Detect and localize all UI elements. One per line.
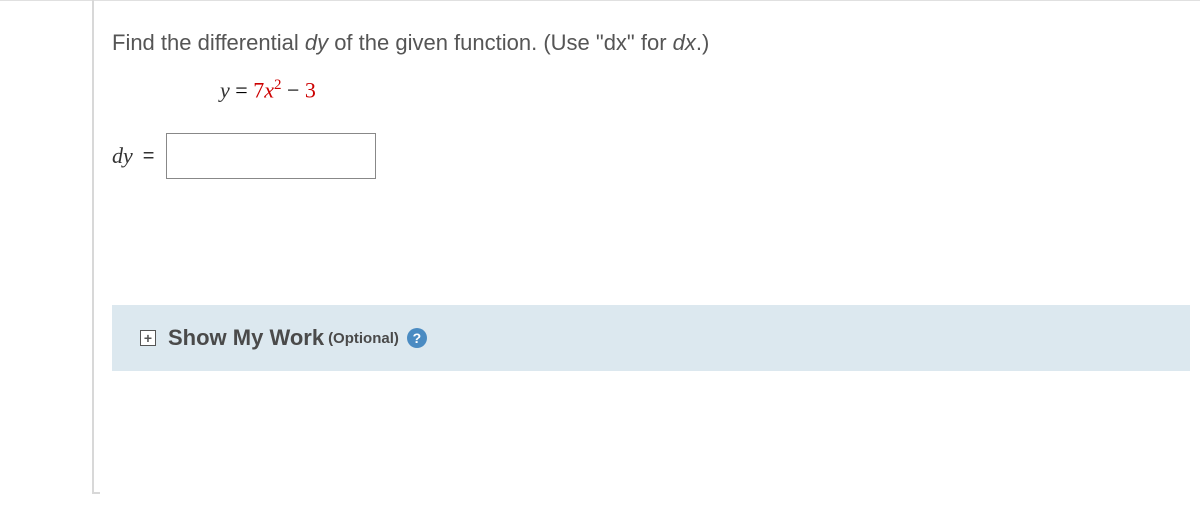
show-my-work-title: Show My Work [168,325,324,351]
expand-plus-icon[interactable]: + [140,330,156,346]
top-divider [0,0,1200,1]
equation-coeff: 7 [253,77,264,102]
equation: y = 7x2 − 3 [220,77,1190,103]
prompt-text-1: Find the differential [112,30,305,55]
question-content: Find the differential dy of the given fu… [112,28,1190,371]
prompt-text-3: .) [696,30,709,55]
equation-base-var: x [264,77,274,102]
equation-equals: = [230,77,253,102]
left-border-footer-tick [92,492,100,494]
equation-lhs: y [220,77,230,102]
question-prompt: Find the differential dy of the given fu… [112,28,1190,59]
left-border [92,0,94,494]
answer-equals: = [143,145,155,168]
prompt-dx: dx [673,30,696,55]
answer-label: dy [112,143,133,169]
help-icon[interactable]: ? [407,328,427,348]
answer-row: dy = [112,133,1190,179]
equation-constant: 3 [305,77,316,102]
show-my-work-optional: (Optional) [328,330,399,347]
equation-minus: − [281,77,304,102]
answer-input[interactable] [166,133,376,179]
prompt-dy: dy [305,30,328,55]
prompt-text-2: of the given function. (Use "dx" for [328,30,673,55]
show-my-work-panel[interactable]: + Show My Work (Optional) ? [112,305,1190,371]
